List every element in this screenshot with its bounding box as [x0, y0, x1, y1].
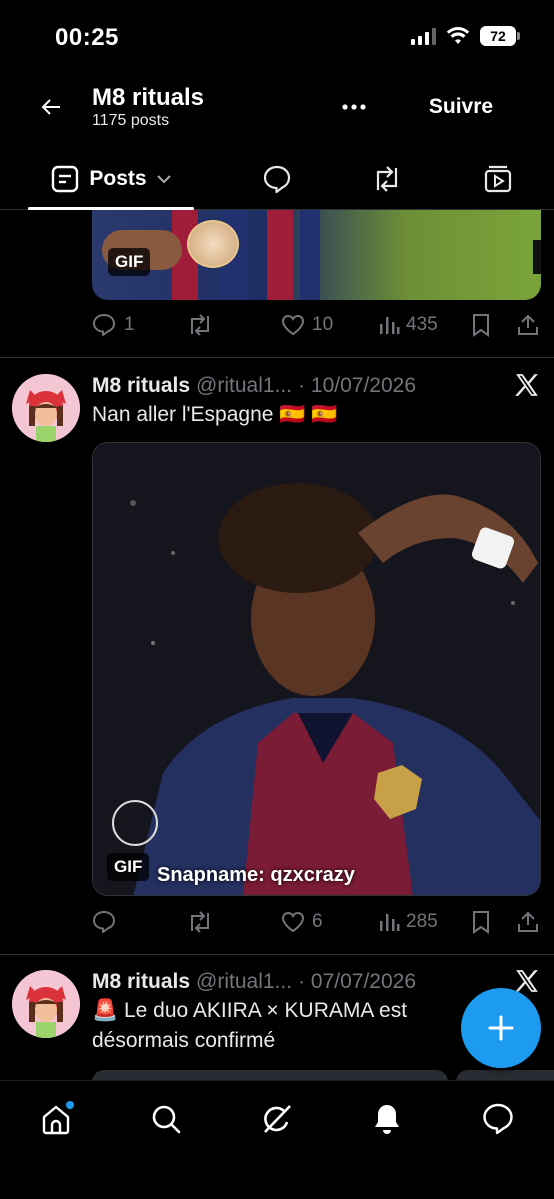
tweet-date[interactable]: · 07/07/2026: [298, 970, 416, 994]
compose-button[interactable]: [461, 988, 541, 1068]
reposts-icon: [376, 166, 398, 192]
repost-icon: [191, 911, 209, 933]
views-icon: [380, 317, 400, 334]
replies-icon: [263, 165, 291, 194]
bookmark-icon: [473, 314, 489, 337]
profile-header: M8 rituals 1175 posts Suivre: [0, 72, 554, 142]
media-caption: Snapname: qzxcrazy: [157, 864, 355, 886]
wifi-icon: [446, 27, 470, 44]
tweet-author-handle[interactable]: @ritual1...: [196, 374, 292, 398]
grok-icon: [264, 1105, 291, 1133]
x-logo-icon: [515, 374, 538, 396]
tab-posts-label: Posts: [89, 167, 147, 190]
repost-icon: [191, 314, 209, 336]
status-time: 00:25: [55, 24, 119, 51]
gif-badge: GIF: [107, 853, 150, 881]
like-icon: [281, 911, 305, 933]
compose-plus-icon: [488, 1015, 514, 1041]
nav-home[interactable]: [36, 1099, 76, 1139]
status-bar: 00:25 72: [0, 0, 554, 72]
back-arrow-icon: [41, 99, 60, 115]
like-button[interactable]: 10: [280, 313, 333, 337]
post-media-gif[interactable]: GIF: [92, 210, 541, 300]
messages-icon: [483, 1103, 513, 1135]
post-actions: 6 285: [92, 907, 541, 937]
player-image: [93, 443, 540, 895]
gif-badge: GIF: [108, 248, 151, 276]
views-icon: [380, 914, 400, 931]
repost-button[interactable]: [186, 313, 214, 337]
media-edge: [533, 240, 541, 274]
share-icon: [518, 911, 538, 932]
bell-icon: [375, 1105, 399, 1134]
post-actions: 1 10 435: [92, 310, 541, 340]
back-button[interactable]: [34, 90, 68, 124]
tweet-text: 🚨 Le duo AKIIRA × KURAMA est désormais c…: [92, 999, 408, 1052]
tweet-text: Nan aller l'Espagne 🇪🇸 🇪🇸: [92, 403, 338, 426]
views-button[interactable]: 435: [378, 314, 438, 336]
views-button[interactable]: 285: [378, 911, 438, 933]
post-media-gif[interactable]: GIF Snapname: qzxcrazy: [92, 442, 541, 896]
tweet-author-name[interactable]: M8 rituals: [92, 374, 190, 398]
status-icons: 72: [411, 26, 520, 46]
repost-button[interactable]: [186, 910, 214, 934]
posts-icon: [52, 165, 79, 193]
nav-grok[interactable]: [257, 1099, 297, 1139]
post-divider: [0, 357, 554, 358]
post-media-preview[interactable]: [92, 1070, 448, 1080]
battery-indicator: 72: [480, 26, 520, 46]
tab-posts[interactable]: Posts: [28, 150, 194, 208]
like-count: 10: [312, 314, 334, 335]
reply-button[interactable]: 1: [92, 313, 135, 337]
post-media-preview[interactable]: [456, 1070, 554, 1080]
nav-messages[interactable]: [478, 1099, 518, 1139]
bottom-nav: [0, 1080, 554, 1199]
x-logo-icon: [515, 970, 538, 992]
tweet-date[interactable]: · 10/07/2026: [298, 374, 416, 398]
follow-button[interactable]: Suivre: [392, 84, 530, 130]
avatar-image: [12, 374, 80, 442]
share-button[interactable]: [516, 910, 540, 934]
share-button[interactable]: [516, 313, 540, 337]
avatar[interactable]: [12, 374, 80, 442]
notification-dot: [66, 1101, 74, 1109]
bookmark-icon: [473, 911, 489, 934]
chevron-down-icon: [156, 175, 171, 184]
search-icon: [152, 1105, 181, 1134]
profile-name: M8 rituals: [92, 84, 205, 111]
nav-notifications[interactable]: [367, 1099, 407, 1139]
like-button[interactable]: 6: [280, 910, 323, 934]
share-icon: [518, 314, 538, 335]
tweet-author-name[interactable]: M8 rituals: [92, 970, 190, 994]
tab-reposts[interactable]: [370, 162, 404, 196]
post-count: 1175 posts: [92, 112, 170, 129]
like-icon: [281, 314, 305, 336]
tweet-header: M8 rituals @ritual1... · 10/07/2026: [92, 374, 416, 398]
more-dots-icon: [342, 104, 366, 110]
reply-icon: [93, 911, 115, 933]
medal-image: [187, 220, 239, 268]
bookmark-button[interactable]: [470, 910, 492, 934]
avatar-image: [12, 970, 80, 1038]
reply-button[interactable]: [92, 910, 118, 934]
reply-icon: [93, 314, 115, 336]
timeline-feed[interactable]: GIF 1 10 435 M8 rituals @ritual1... · 10…: [0, 210, 554, 1080]
bookmark-button[interactable]: [470, 313, 492, 337]
signal-icon: [411, 27, 436, 45]
tab-media[interactable]: [481, 162, 515, 196]
more-button[interactable]: [334, 92, 374, 122]
views-count: 285: [406, 911, 438, 932]
views-count: 435: [406, 314, 438, 335]
tab-replies[interactable]: [260, 162, 294, 196]
profile-tabs: Posts: [0, 150, 554, 210]
nav-search[interactable]: [146, 1099, 186, 1139]
tweet-header: M8 rituals @ritual1... · 07/07/2026: [92, 970, 416, 994]
avatar[interactable]: [12, 970, 80, 1038]
reply-count: 1: [124, 314, 135, 335]
tweet-author-handle[interactable]: @ritual1...: [196, 970, 292, 994]
post-divider: [0, 954, 554, 955]
like-count: 6: [312, 911, 323, 932]
media-icon: [484, 165, 512, 193]
